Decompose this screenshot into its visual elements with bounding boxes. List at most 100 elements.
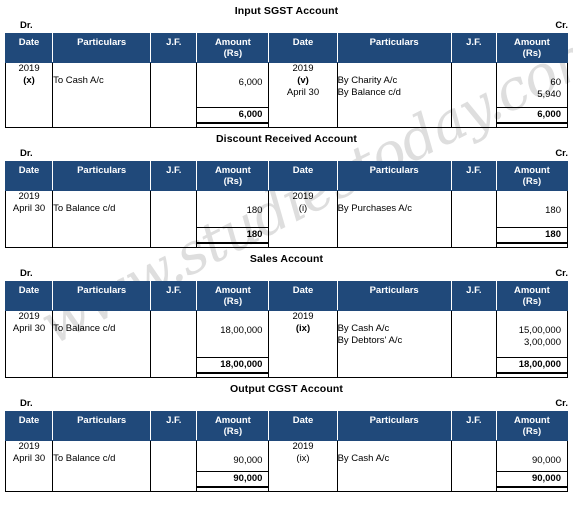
header-jf: J.F.: [450, 281, 497, 311]
account-title: Output CGST Account: [230, 383, 343, 395]
credit-jf-cell: [450, 62, 497, 128]
header-amount-line1: Amount: [214, 37, 251, 48]
header-amount-line1: Amount: [513, 165, 550, 176]
credit-amount-cell: 90,000 90,000: [495, 440, 569, 492]
particulars-spacer: [53, 311, 150, 323]
header-amount: Amount (Rs): [196, 411, 270, 441]
account-block: Input SGST Account Dr. Cr. Date Particulars J…: [0, 0, 573, 128]
header-jf: J.F.: [150, 411, 198, 441]
header-amount: Amount (Rs): [196, 281, 270, 311]
particulars-spacer: [53, 191, 150, 203]
credit-particulars-cell: By Purchases A/c: [336, 190, 452, 248]
amount-line: 90,000: [233, 455, 263, 466]
debit-date-cell: 2019 (x): [4, 62, 54, 128]
debit-date-cell: 2019 April 30: [4, 440, 54, 492]
header-date: Date: [268, 161, 338, 191]
amount-double-rule: [197, 373, 269, 377]
date-line: (ix): [296, 453, 310, 464]
date-line: 2019: [18, 441, 40, 452]
particulars-line: By Charity A/c: [337, 75, 398, 86]
particulars-line: To Balance c/d: [53, 203, 116, 214]
header-amount-line2: (Rs): [522, 176, 542, 187]
amount-spacer: [497, 65, 561, 77]
header-jf: J.F.: [450, 33, 497, 63]
header-amount-line2: (Rs): [223, 426, 243, 437]
credit-date-cell: 2019 (ix): [268, 310, 338, 378]
amount-double-rule: [496, 373, 567, 377]
credit-label: Cr.: [555, 20, 568, 31]
date-line: April 30: [12, 323, 46, 334]
credit-label: Cr.: [555, 398, 568, 409]
debit-amount-cell: 180 180: [196, 190, 270, 248]
date-line: (v): [297, 75, 309, 86]
debit-particulars-cell: To Balance c/d: [52, 190, 152, 248]
amount-double-rule: [197, 123, 269, 127]
particulars-spacer: [338, 191, 451, 203]
date-line: (x): [23, 75, 35, 86]
credit-date-cell: 2019 (i): [268, 190, 338, 248]
amount-total: 90,000: [496, 471, 567, 487]
debit-label: Dr.: [20, 268, 33, 279]
credit-particulars-cell: By Cash A/c: [336, 440, 452, 492]
date-line: 2019: [292, 441, 314, 452]
particulars-line: By Purchases A/c: [337, 203, 413, 214]
debit-jf-cell: [150, 310, 198, 378]
debit-amount-cell: 6,000 6,000: [196, 62, 270, 128]
amount-entries: 180: [497, 191, 567, 227]
header-amount-line2: (Rs): [522, 48, 542, 59]
amount-double-rule: [197, 487, 269, 491]
date-line: April 30: [12, 453, 46, 464]
debit-label: Dr.: [20, 20, 33, 31]
header-particulars: Particulars: [336, 161, 452, 191]
debit-credit-labels: Dr. Cr.: [5, 268, 568, 281]
particulars-line: To Balance c/d: [53, 453, 116, 464]
header-amount-line1: Amount: [214, 165, 251, 176]
header-amount: Amount (Rs): [495, 161, 569, 191]
header-date: Date: [268, 33, 338, 63]
ledger-table: Date Particulars J.F. Amount (Rs) Date Particu…: [4, 161, 569, 248]
amount-total: 6,000: [197, 107, 269, 123]
header-particulars: Particulars: [336, 33, 452, 63]
header-particulars: Particulars: [336, 411, 452, 441]
header-amount-line2: (Rs): [522, 426, 542, 437]
amount-total: 90,000: [197, 471, 269, 487]
credit-particulars-cell: By Charity A/c By Balance c/d: [336, 62, 452, 128]
particulars-spacer: [53, 441, 150, 453]
debit-credit-labels: Dr. Cr.: [5, 148, 568, 161]
amount-double-rule: [496, 243, 567, 247]
account-block: Output CGST Account Dr. Cr. Date Particulars…: [0, 378, 573, 492]
header-date: Date: [4, 281, 54, 311]
header-jf: J.F.: [150, 33, 198, 63]
table-row: 2019 (x) To Cash A/c 6,000 6,000 2019 (v) April…: [4, 62, 569, 128]
amount-double-rule: [197, 243, 269, 247]
debit-credit-labels: Dr. Cr.: [5, 20, 568, 33]
debit-label: Dr.: [20, 148, 33, 159]
amount-total: 18,00,000: [197, 357, 269, 373]
header-amount: Amount (Rs): [196, 161, 270, 191]
amount-spacer: [497, 313, 561, 325]
header-amount-line1: Amount: [214, 285, 251, 296]
amount-double-rule: [496, 123, 567, 127]
header-particulars: Particulars: [52, 411, 152, 441]
particulars-line: To Cash A/c: [53, 75, 104, 86]
credit-jf-cell: [450, 440, 497, 492]
particulars-line: By Cash A/c: [337, 453, 390, 464]
amount-total: 18,00,000: [496, 357, 567, 373]
debit-jf-cell: [150, 440, 198, 492]
header-particulars: Particulars: [52, 161, 152, 191]
particulars-spacer: [338, 311, 451, 323]
ledger-table: Date Particulars J.F. Amount (Rs) Date Particu…: [4, 281, 569, 378]
debit-particulars-cell: To Cash A/c: [52, 62, 152, 128]
amount-entries: 90,000: [497, 441, 567, 471]
debit-label: Dr.: [20, 398, 33, 409]
credit-amount-cell: 15,00,000 3,00,000 18,00,000: [495, 310, 569, 378]
header-amount: Amount (Rs): [196, 33, 270, 63]
amount-line: 15,00,000: [518, 325, 561, 336]
debit-amount-cell: 90,000 90,000: [196, 440, 270, 492]
header-particulars: Particulars: [336, 281, 452, 311]
ledger-table: Date Particulars J.F. Amount (Rs) Date Particu…: [4, 411, 569, 492]
date-line: 2019: [292, 63, 314, 74]
header-jf: J.F.: [150, 281, 198, 311]
date-line: 2019: [18, 63, 40, 74]
debit-credit-labels: Dr. Cr.: [5, 398, 568, 411]
